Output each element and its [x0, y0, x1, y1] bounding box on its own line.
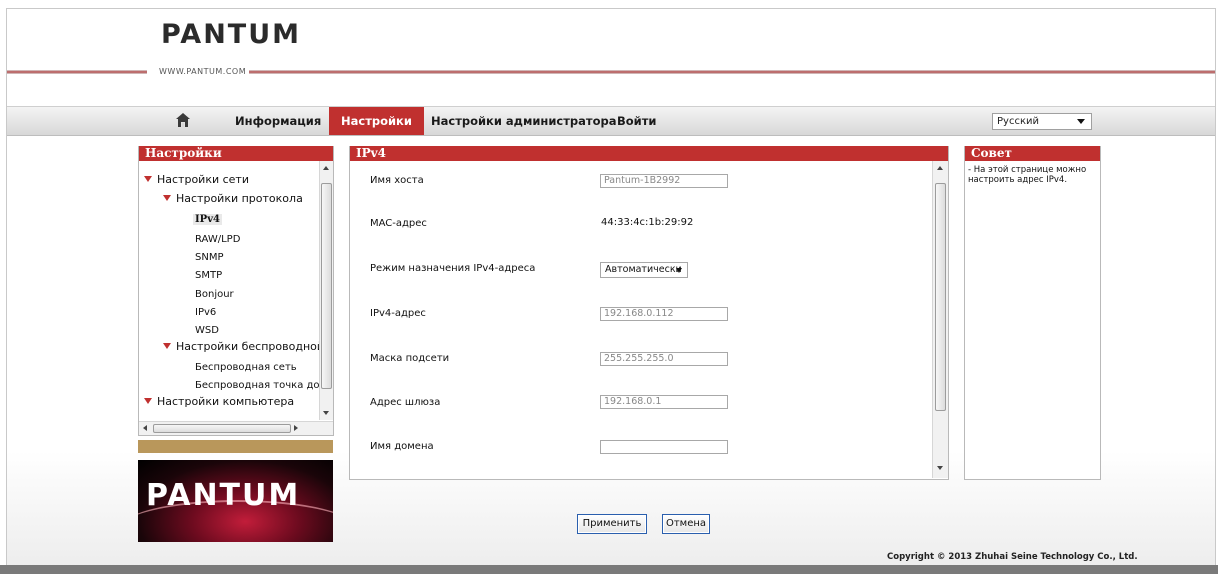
tree-item-ipv4[interactable]: IPv4	[193, 212, 222, 225]
scroll-down-icon[interactable]	[323, 411, 329, 415]
subnet-mask-label: Маска подсети	[370, 353, 450, 364]
expand-arrow-icon	[163, 195, 171, 201]
ipv4-mode-value: Автоматически	[605, 264, 682, 275]
cancel-button[interactable]: Отмена	[662, 514, 710, 534]
copyright-text: Copyright © 2013 Zhuhai Seine Technology…	[887, 552, 1138, 562]
expand-arrow-icon	[144, 398, 152, 404]
tree-item-computer-settings[interactable]: Настройки компьютера	[144, 395, 294, 408]
settings-tree-title: Настройки	[139, 146, 333, 161]
nav-login[interactable]: Войти	[605, 107, 668, 135]
tip-text: - На этой странице можно настроить адрес…	[968, 165, 1087, 185]
decorative-bar	[138, 440, 333, 453]
ipv4-panel: IPv4 Имя хоста Pantum-1B2992 MAC-адрес 4…	[349, 146, 949, 480]
tree-item-wireless-network[interactable]: Беспроводная сеть	[195, 360, 297, 373]
bottom-bar	[0, 565, 1218, 574]
mac-address-label: MAC-адрес	[370, 218, 427, 229]
ipv4-mode-select[interactable]: Автоматически	[600, 262, 688, 278]
apply-button[interactable]: Применить	[577, 514, 647, 534]
header-divider-right	[249, 70, 1215, 74]
tree-vertical-scrollbar[interactable]	[319, 161, 333, 420]
logo-url: WWW.PANTUM.COM	[159, 67, 247, 76]
home-icon[interactable]	[175, 112, 191, 128]
tree-vertical-scroll-thumb[interactable]	[321, 183, 332, 389]
hostname-input[interactable]: Pantum-1B2992	[600, 174, 728, 188]
language-value: Русский	[997, 116, 1039, 127]
tree-item-smtp[interactable]: SMTP	[195, 268, 222, 281]
header: PANTUM WWW.PANTUM.COM	[7, 9, 1215, 107]
gateway-input[interactable]: 192.168.0.1	[600, 395, 728, 409]
nav-bar: Информация Настройки Настройки администр…	[7, 106, 1215, 136]
ipv4-form: Имя хоста Pantum-1B2992 MAC-адрес 44:33:…	[350, 161, 932, 478]
tree-item-network-settings[interactable]: Настройки сети	[144, 173, 249, 186]
header-divider-left	[7, 70, 147, 74]
tip-panel-title: Совет	[965, 146, 1100, 161]
nav-admin-settings[interactable]: Настройки администратора	[419, 107, 628, 135]
mac-address-value: 44:33:4c:1b:29:92	[601, 217, 694, 228]
form-vertical-scrollbar[interactable]	[932, 161, 948, 478]
form-vertical-scroll-thumb[interactable]	[935, 183, 946, 411]
ipv4-panel-title: IPv4	[350, 146, 948, 161]
tree-item-protocol-settings[interactable]: Настройки протокола	[163, 192, 303, 205]
brand-logo: PANTUM	[146, 478, 301, 513]
tree-item-ipv6[interactable]: IPv6	[195, 305, 216, 318]
settings-tree-panel: Настройки Настройки сети Настройки прото…	[138, 146, 334, 436]
domain-name-label: Имя домена	[370, 441, 434, 452]
tree-item-snmp[interactable]: SNMP	[195, 250, 224, 263]
tree-item-bonjour[interactable]: Bonjour	[195, 287, 234, 300]
expand-arrow-icon	[144, 176, 152, 182]
pantum-brand-banner: PANTUM	[138, 460, 333, 542]
gateway-label: Адрес шлюза	[370, 397, 441, 408]
nav-info[interactable]: Информация	[223, 107, 333, 135]
scroll-up-icon[interactable]	[323, 166, 329, 170]
subnet-mask-input[interactable]: 255.255.255.0	[600, 352, 728, 366]
scroll-right-icon[interactable]	[294, 425, 298, 431]
tree-item-wireless-hotspot[interactable]: Беспроводная точка доступа	[195, 378, 319, 391]
hostname-label: Имя хоста	[370, 175, 424, 186]
tip-panel: Совет - На этой странице можно настроить…	[964, 146, 1101, 480]
chevron-down-icon	[1077, 119, 1085, 124]
language-select[interactable]: Русский	[992, 113, 1092, 130]
ipv4-address-input[interactable]: 192.168.0.112	[600, 307, 728, 321]
chevron-down-icon	[676, 268, 682, 273]
ipv4-address-label: IPv4-адрес	[370, 308, 426, 319]
expand-arrow-icon	[163, 343, 171, 349]
nav-settings[interactable]: Настройки	[329, 107, 424, 135]
scroll-up-icon[interactable]	[937, 166, 943, 170]
page-frame: PANTUM WWW.PANTUM.COM Информация Настрой…	[6, 8, 1216, 572]
settings-tree: Настройки сети Настройки протокола IPv4 …	[139, 161, 319, 420]
tree-item-wireless-settings[interactable]: Настройки беспроводной сети	[163, 340, 319, 353]
tree-horizontal-scroll-thumb[interactable]	[153, 424, 291, 433]
tree-item-wsd[interactable]: WSD	[195, 323, 219, 336]
scroll-down-icon[interactable]	[937, 466, 943, 470]
domain-name-input[interactable]	[600, 440, 728, 454]
pantum-logo: PANTUM	[161, 19, 302, 50]
scroll-left-icon[interactable]	[143, 425, 147, 431]
tree-horizontal-scrollbar[interactable]	[139, 421, 333, 435]
tree-item-raw-lpd[interactable]: RAW/LPD	[195, 232, 240, 245]
ipv4-mode-label: Режим назначения IPv4-адреса	[370, 263, 536, 274]
